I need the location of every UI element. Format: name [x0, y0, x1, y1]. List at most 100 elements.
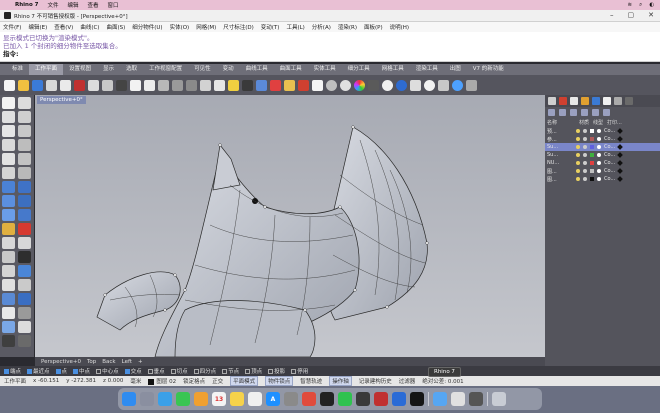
chrome-icon[interactable] [302, 392, 316, 406]
osnap-option[interactable]: 交点 [124, 367, 142, 375]
layer-linetype[interactable]: Co... [604, 128, 615, 134]
cut-icon[interactable] [74, 79, 85, 91]
lock-icon[interactable] [583, 153, 587, 157]
command-prompt[interactable]: 指令: [3, 50, 657, 58]
menu-edit[interactable]: 编辑(E) [28, 23, 47, 31]
open-file-icon[interactable] [18, 79, 29, 91]
tab-visibility[interactable]: 可见性 [188, 64, 217, 75]
layer-name[interactable]: Su... [547, 152, 573, 158]
status-ortho[interactable]: 正交 [212, 377, 223, 385]
lightbulb-icon[interactable] [576, 145, 580, 149]
material-icon[interactable] [597, 161, 601, 165]
menu-dimension[interactable]: 尺寸标注(D) [223, 23, 254, 31]
copy-icon[interactable] [88, 79, 99, 91]
status-smart-track[interactable]: 智慧轨迹 [300, 377, 322, 385]
layer-linetype[interactable]: Co... [604, 144, 615, 150]
select-arrow-icon[interactable] [2, 97, 15, 109]
print-icon[interactable] [46, 79, 57, 91]
grid-icon[interactable] [410, 79, 421, 91]
finder-icon[interactable] [122, 392, 136, 406]
qq-icon[interactable] [320, 392, 334, 406]
osnap-checkbox[interactable] [147, 369, 153, 374]
rhino-icon[interactable] [410, 392, 424, 406]
launchpad-icon[interactable] [140, 392, 154, 406]
osnap-checkbox[interactable] [96, 369, 102, 374]
layer-linetype[interactable]: Co... [604, 136, 615, 142]
rotate-view-icon[interactable] [144, 79, 155, 91]
lightbulb-icon[interactable] [576, 177, 580, 181]
filter-layers-icon[interactable] [603, 109, 610, 116]
tab-surface-tools[interactable]: 曲面工具 [274, 64, 308, 75]
zoom-window-icon[interactable] [172, 79, 183, 91]
print-color-icon[interactable] [617, 128, 624, 134]
print-color-icon[interactable] [617, 152, 624, 158]
layer-color-swatch[interactable] [590, 129, 594, 133]
fillet-icon[interactable] [18, 237, 31, 249]
layer-linetype[interactable]: Co... [604, 160, 615, 166]
layer-row[interactable]: 图... Co... [545, 175, 660, 183]
appstore-icon[interactable]: A [266, 392, 280, 406]
tab-cplanes[interactable]: 工作平面 [29, 64, 64, 75]
safari-icon[interactable] [158, 392, 172, 406]
tab-display[interactable]: 显示 [97, 64, 120, 75]
paste-icon[interactable] [102, 79, 113, 91]
display-tab-icon[interactable] [570, 97, 578, 105]
tab-set-view[interactable]: 设置视图 [63, 64, 97, 75]
status-lock-grid[interactable]: 锁定格点 [183, 377, 205, 385]
wechat-icon[interactable] [338, 392, 352, 406]
settings-icon[interactable] [284, 392, 298, 406]
menu-view[interactable]: 查看(V) [54, 23, 73, 31]
material-icon[interactable] [597, 129, 601, 133]
viewport-title[interactable]: Perspective+0° [37, 96, 86, 104]
close-icon[interactable]: ✕ [648, 11, 654, 19]
osnap-checkbox[interactable] [222, 369, 228, 374]
search-icon[interactable]: ⌕ [639, 2, 642, 9]
osnap-checkbox[interactable] [291, 369, 297, 374]
tab-subd-tools[interactable]: 细分工具 [342, 64, 376, 75]
tab-mesh-tools[interactable]: 网格工具 [376, 64, 410, 75]
menu-mesh[interactable]: 网格(M) [196, 23, 216, 31]
osnap-checkbox[interactable] [268, 369, 274, 374]
help-tab-icon[interactable] [614, 97, 622, 105]
menu-solid[interactable]: 实体(O) [170, 23, 190, 31]
lightbulb-icon[interactable] [576, 161, 580, 165]
maximize-icon[interactable]: ▢ [628, 11, 635, 19]
select-icon[interactable] [242, 79, 253, 91]
app-icon-1[interactable] [356, 392, 370, 406]
print-color-icon[interactable] [617, 144, 624, 150]
rotate-icon[interactable] [2, 265, 15, 277]
print-color-icon[interactable] [617, 136, 624, 142]
color-wheel-icon[interactable] [354, 79, 365, 91]
mac-menu-view[interactable]: 查看 [88, 1, 99, 9]
copy-tool-icon[interactable] [18, 251, 31, 263]
menu-subd[interactable]: 细分物件(U) [132, 23, 162, 31]
osnap-checkbox[interactable] [27, 369, 33, 374]
layer-color-swatch[interactable] [590, 169, 594, 173]
layer-row[interactable]: 参... Co... [545, 135, 660, 143]
lightbulb-icon[interactable] [576, 153, 580, 157]
print-color-icon[interactable] [617, 176, 624, 182]
layer-color-swatch[interactable] [590, 161, 594, 165]
osnap-option[interactable]: 端点 [4, 367, 21, 375]
cylinder-icon[interactable] [2, 209, 15, 221]
osnap-checkbox[interactable] [73, 369, 79, 374]
status-layer[interactable]: 图层 02 [148, 377, 176, 385]
arc-icon[interactable] [18, 125, 31, 137]
group-icon[interactable] [2, 321, 15, 333]
lock-icon[interactable] [583, 169, 587, 173]
minimize-icon[interactable]: – [610, 11, 614, 19]
array-icon[interactable] [18, 279, 31, 291]
layer-linetype[interactable]: Co... [604, 152, 615, 158]
layer-header-material[interactable]: 材质 [579, 119, 589, 126]
lock-icon[interactable] [583, 177, 587, 181]
analyze-icon[interactable] [18, 321, 31, 333]
text-icon[interactable] [2, 167, 15, 179]
menu-curve[interactable]: 曲线(C) [80, 23, 99, 31]
material-sphere-icon[interactable] [396, 79, 407, 91]
more-tools-icon[interactable] [466, 79, 477, 91]
layer-color-swatch[interactable] [590, 153, 594, 157]
move-icon[interactable] [2, 251, 15, 263]
tab-drafting[interactable]: 出图 [444, 64, 467, 75]
shaded-icon[interactable] [326, 79, 337, 91]
mac-menu-window[interactable]: 窗口 [108, 1, 119, 9]
